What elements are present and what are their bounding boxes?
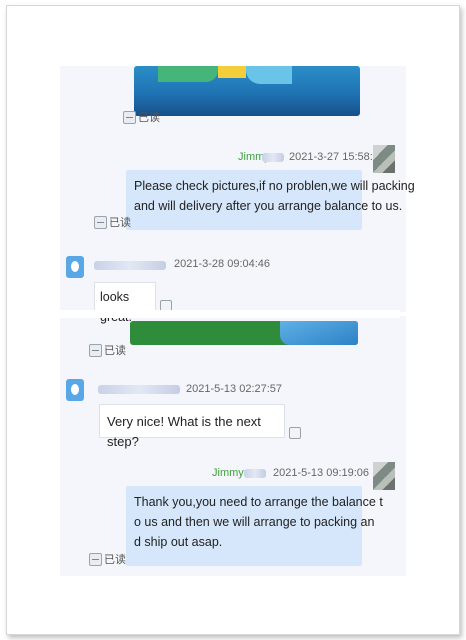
read-status: 已读	[94, 214, 131, 230]
message-timestamp: 2021-5-13 02:27:57	[186, 383, 283, 395]
message-line: and will delivery after you arrange bala…	[134, 199, 403, 213]
read-status-icon	[89, 343, 102, 357]
message-text: looks great.	[100, 290, 132, 324]
read-status-icon	[89, 552, 102, 566]
user-avatar[interactable]	[373, 145, 395, 173]
contact-avatar-icon[interactable]	[66, 379, 84, 401]
read-status: 已读	[89, 342, 126, 358]
message-line: d ship out asap.	[134, 535, 223, 549]
message-action-icon[interactable]	[289, 427, 301, 439]
message-timestamp: 2021-5-13 09:19:06	[273, 467, 370, 479]
message-line: Please check pictures,if no problen,we w…	[134, 179, 415, 193]
message-bubble-incoming[interactable]: looks great.	[94, 282, 156, 324]
contact-name-redacted	[94, 261, 166, 270]
contact-avatar-icon[interactable]	[66, 256, 84, 278]
contact-name-redacted	[98, 385, 180, 394]
message-timestamp: 2021-3-28 09:04:46	[174, 258, 271, 270]
message-bubble-outgoing[interactable]: Thank you,you need to arrange the balanc…	[126, 486, 383, 566]
shared-photo[interactable]	[130, 321, 358, 345]
read-status: 已读	[89, 551, 126, 567]
message-bubble-incoming[interactable]: Very nice! What is the next step?	[99, 404, 285, 449]
sender-name-redacted	[262, 153, 284, 162]
read-status-icon	[94, 215, 107, 229]
sender-name: Jimmy	[212, 467, 244, 479]
read-status-icon	[123, 110, 136, 124]
user-avatar[interactable]	[373, 462, 395, 490]
message-bubble-outgoing[interactable]: Please check pictures,if no problen,we w…	[126, 170, 415, 230]
shared-photo[interactable]	[134, 66, 360, 116]
message-line: Thank you,you need to arrange the balanc…	[134, 495, 383, 509]
message-line: o us and then we will arrange to packing…	[134, 515, 375, 529]
message-timestamp: 2021-3-27 15:58:55	[289, 151, 386, 163]
read-status: 已读	[123, 109, 160, 125]
sender-name-redacted	[244, 469, 266, 478]
panel-divider	[60, 310, 400, 318]
